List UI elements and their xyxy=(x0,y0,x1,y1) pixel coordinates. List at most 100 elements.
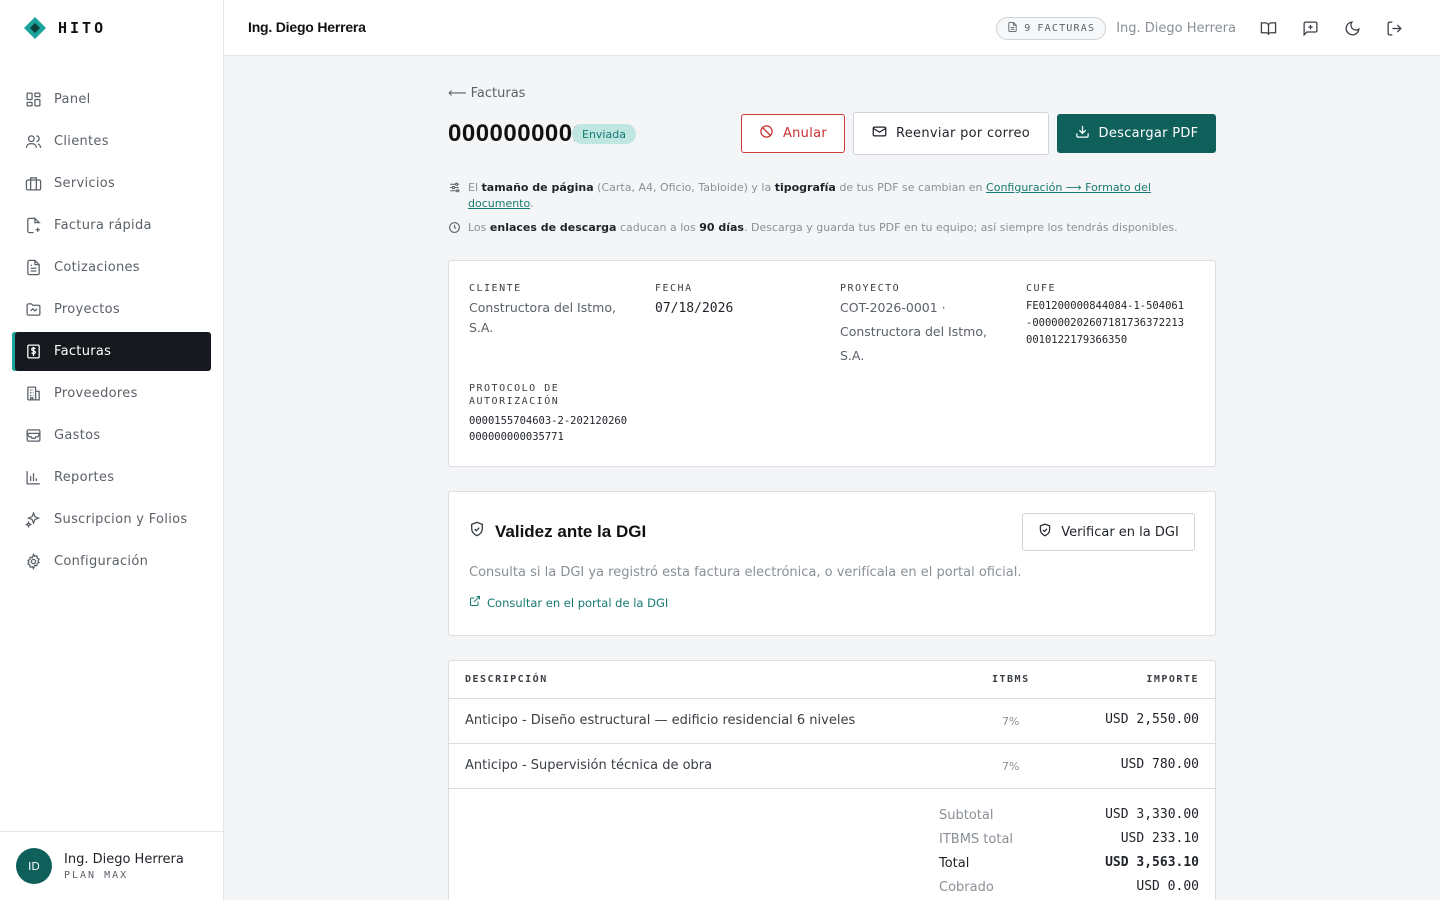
sidebar-item-gastos[interactable]: Gastos xyxy=(12,416,211,455)
row-tax: 7% xyxy=(1002,715,1020,728)
sidebar-item-label: Cotizaciones xyxy=(54,260,140,275)
invoice-number: 0000000001 xyxy=(448,120,587,147)
sidebar-item-reportes[interactable]: Reportes xyxy=(12,458,211,497)
row-tax: 7% xyxy=(1002,760,1020,773)
bar-chart-icon xyxy=(24,469,42,487)
tax-total-line: ITBMS total USD 233.10 xyxy=(939,828,1199,852)
topbar: Ing. Diego Herrera 9 FACTURAS Ing. Diego… xyxy=(224,0,1440,56)
user-name: Ing. Diego Herrera xyxy=(64,851,184,867)
back-link[interactable]: ⟵ Facturas xyxy=(448,86,525,101)
avatar: ID xyxy=(16,848,52,884)
external-link-icon xyxy=(469,595,481,610)
tax-total-value: USD 233.10 xyxy=(1120,831,1199,846)
date-label: FECHA xyxy=(655,283,693,294)
sliders-icon xyxy=(448,181,462,195)
table-row: Anticipo - Diseño estructural — edificio… xyxy=(449,698,1215,743)
sidebar-item-proyectos[interactable]: Proyectos xyxy=(12,290,211,329)
book-icon[interactable] xyxy=(1252,16,1284,40)
download-button-label: Descargar PDF xyxy=(1098,126,1199,141)
invoice-items-card: DESCRIPCIÓN ITBMS IMPORTE Anticipo - Dis… xyxy=(448,660,1216,900)
project-value: COT-2026-0001 · Constructora del Istmo, … xyxy=(840,300,987,363)
note-bold: enlaces de descarga xyxy=(489,221,617,234)
note-text: El xyxy=(468,181,482,194)
file-plus-icon xyxy=(24,217,42,235)
download-pdf-button[interactable]: Descargar PDF xyxy=(1057,114,1216,153)
sidebar-item-facturas[interactable]: Facturas xyxy=(12,332,211,371)
sidebar: HITO Panel Clientes Servicios Factura rá… xyxy=(0,0,224,900)
sidebar-item-servicios[interactable]: Servicios xyxy=(12,164,211,203)
cufe-line-1: FE01200000844084-1-504061 xyxy=(1026,300,1185,312)
sidebar-item-label: Reportes xyxy=(54,470,115,485)
verify-dgi-button[interactable]: Verificar en la DGI xyxy=(1022,513,1195,551)
resend-button-label: Reenviar por correo xyxy=(895,126,1031,141)
protocol-label-2: AUTORIZACIÓN xyxy=(469,396,560,407)
sidebar-item-clientes[interactable]: Clientes xyxy=(12,122,211,161)
total-label: Total xyxy=(939,856,970,871)
briefcase-icon xyxy=(24,175,42,193)
sidebar-item-label: Suscripcion y Folios xyxy=(54,512,188,527)
row-description: Anticipo - Diseño estructural — edificio… xyxy=(465,713,856,728)
collected-value: USD 0.00 xyxy=(1136,879,1199,894)
resend-email-button[interactable]: Reenviar por correo xyxy=(853,112,1049,155)
shield-check-icon xyxy=(469,521,485,542)
void-button-label: Anular xyxy=(782,126,828,141)
format-note: El tamaño de página (Carta, A4, Oficio, … xyxy=(448,180,1208,212)
building-icon xyxy=(24,385,42,403)
verify-dgi-label: Verificar en la DGI xyxy=(1061,524,1179,540)
sidebar-item-proveedores[interactable]: Proveedores xyxy=(12,374,211,413)
column-header-tax: ITBMS xyxy=(992,674,1030,685)
sidebar-item-suscripcion[interactable]: Suscripcion y Folios xyxy=(12,500,211,539)
user-plan: PLAN MAX xyxy=(64,869,129,881)
logout-icon[interactable] xyxy=(1378,16,1410,40)
row-description: Anticipo - Supervisión técnica de obra xyxy=(465,758,713,773)
clock-icon xyxy=(448,221,462,235)
sidebar-nav: Panel Clientes Servicios Factura rápida … xyxy=(12,80,211,584)
protocol-line-2: 000000000035771 xyxy=(469,431,564,443)
column-header-amount: IMPORTE xyxy=(1146,674,1199,685)
brand-name: HITO xyxy=(58,19,107,37)
dgi-portal-link[interactable]: Consultar en el portal de la DGI xyxy=(469,595,668,610)
sidebar-item-factura-rapida[interactable]: Factura rápida xyxy=(12,206,211,245)
row-amount: USD 2,550.00 xyxy=(1105,712,1199,727)
expiry-note: Los enlaces de descarga caducan a los 90… xyxy=(448,220,1216,236)
top-user-name: Ing. Diego Herrera xyxy=(1116,20,1236,36)
document-icon xyxy=(1007,21,1018,36)
sidebar-item-label: Servicios xyxy=(54,176,116,191)
subtotal-label: Subtotal xyxy=(939,808,994,823)
page-title: Ing. Diego Herrera xyxy=(248,19,366,35)
note-text: (Carta, A4, Oficio, Tabloide) y la xyxy=(593,181,775,194)
note-text: caducan a los xyxy=(616,221,700,234)
invoice-count-badge[interactable]: 9 FACTURAS xyxy=(996,16,1107,40)
mail-icon xyxy=(872,124,887,143)
date-value: 07/18/2026 xyxy=(655,301,734,316)
note-text: de tus PDF se cambian en xyxy=(835,181,987,194)
moon-icon[interactable] xyxy=(1336,16,1368,40)
cufe-line-2: -00000020260718173637221З xyxy=(1026,317,1185,329)
tax-total-label: ITBMS total xyxy=(939,832,1014,847)
brand[interactable]: HITO xyxy=(24,17,106,39)
void-button[interactable]: Anular xyxy=(741,114,845,153)
invoice-count: 9 xyxy=(1024,22,1032,34)
invoice-meta-card: CLIENTE Constructora del Istmo, S.A. FEC… xyxy=(448,260,1216,467)
note-bold: tipografía xyxy=(774,181,836,194)
feedback-icon[interactable] xyxy=(1294,16,1326,40)
dgi-portal-link-label: Consultar en el portal de la DGI xyxy=(487,595,669,610)
ban-icon xyxy=(759,124,774,143)
sidebar-item-configuracion[interactable]: Configuración xyxy=(12,542,211,581)
download-icon xyxy=(1075,124,1090,143)
sidebar-item-cotizaciones[interactable]: Cotizaciones xyxy=(12,248,211,287)
hito-logo-icon xyxy=(24,17,46,39)
sidebar-item-panel[interactable]: Panel xyxy=(12,80,211,119)
table-row: Anticipo - Supervisión técnica de obra 7… xyxy=(449,743,1215,788)
sidebar-user[interactable]: ID Ing. Diego Herrera PLAN MAX xyxy=(0,831,223,900)
collected-label: Cobrado xyxy=(939,880,994,895)
cufe-label: CUFE xyxy=(1026,283,1057,294)
dgi-title-text: Validez ante la DGI xyxy=(495,521,647,541)
sidebar-item-label: Proyectos xyxy=(54,302,120,317)
total-line: Total USD 3,563.10 xyxy=(939,852,1199,876)
cufe-line-3: 0010122179366350 xyxy=(1026,334,1128,346)
protocol-line-1: 0000155704603-2-202120260 xyxy=(469,415,628,427)
dgi-description: Consulta si la DGI ya registró esta fact… xyxy=(469,565,1022,580)
note-text: . Descarga y guarda tus PDF en tu equipo… xyxy=(743,221,1178,234)
back-link-label: Facturas xyxy=(470,86,526,101)
